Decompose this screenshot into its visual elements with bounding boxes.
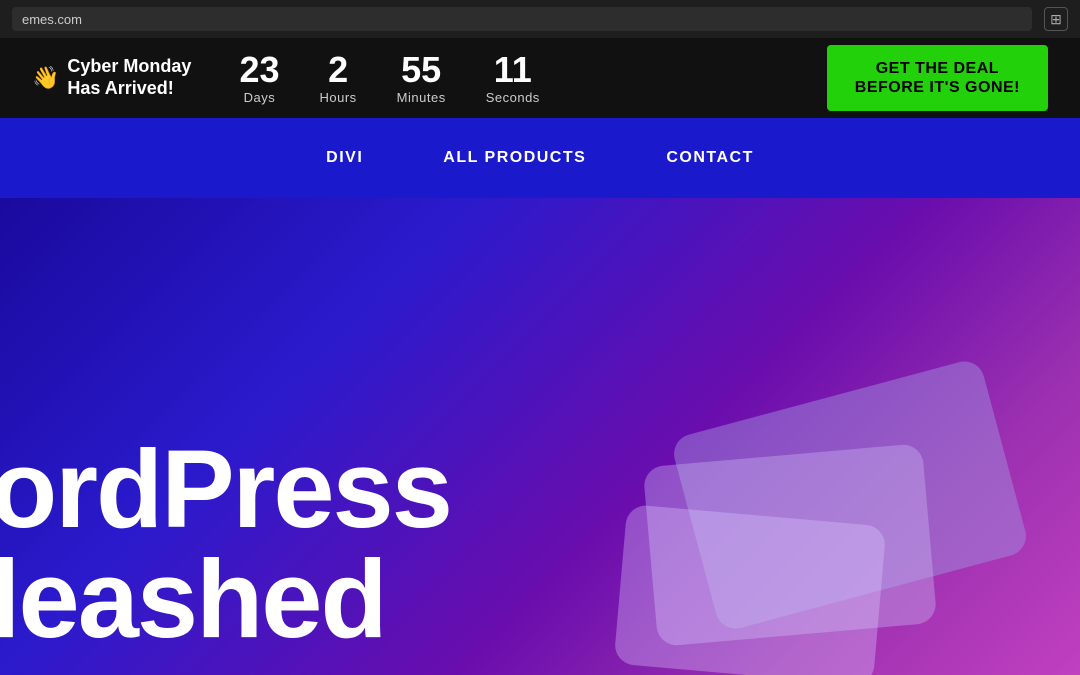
hero-text: ordPress leashed bbox=[0, 435, 451, 655]
promo-headline: 👋 Cyber Monday Has Arrived! bbox=[32, 56, 191, 99]
promo-banner: 👋 Cyber Monday Has Arrived! 23 Days 2 Ho… bbox=[0, 38, 1080, 118]
card-shape-3 bbox=[614, 504, 887, 675]
hero-text-line1: ordPress bbox=[0, 435, 451, 545]
promo-headline-text: Cyber Monday Has Arrived! bbox=[67, 56, 191, 99]
countdown-hours: 2 Hours bbox=[319, 52, 356, 105]
countdown-seconds: 11 Seconds bbox=[486, 52, 540, 105]
nav-item-all-products[interactable]: ALL PRODUCTS bbox=[443, 149, 586, 167]
url-text: emes.com bbox=[22, 12, 82, 27]
address-bar[interactable]: emes.com bbox=[12, 7, 1032, 31]
countdown-timer: 23 Days 2 Hours 55 Minutes 11 Seconds bbox=[239, 52, 539, 105]
countdown-minutes: 55 Minutes bbox=[397, 52, 446, 105]
hero-section: ordPress leashed bbox=[0, 198, 1080, 675]
browser-chrome: emes.com ⊞ bbox=[0, 0, 1080, 38]
hero-text-line2: leashed bbox=[0, 545, 451, 655]
cta-button[interactable]: GET THE DEAL BEFORE IT'S GONE! bbox=[827, 45, 1048, 111]
hero-decoration bbox=[610, 335, 1080, 675]
nav-item-contact[interactable]: CONTACT bbox=[666, 149, 754, 167]
countdown-days: 23 Days bbox=[239, 52, 279, 105]
navigation-bar: DIVI ALL PRODUCTS CONTACT bbox=[0, 118, 1080, 198]
wave-emoji: 👋 bbox=[32, 65, 59, 91]
grid-icon[interactable]: ⊞ bbox=[1044, 7, 1068, 31]
nav-item-divi[interactable]: DIVI bbox=[326, 149, 363, 167]
